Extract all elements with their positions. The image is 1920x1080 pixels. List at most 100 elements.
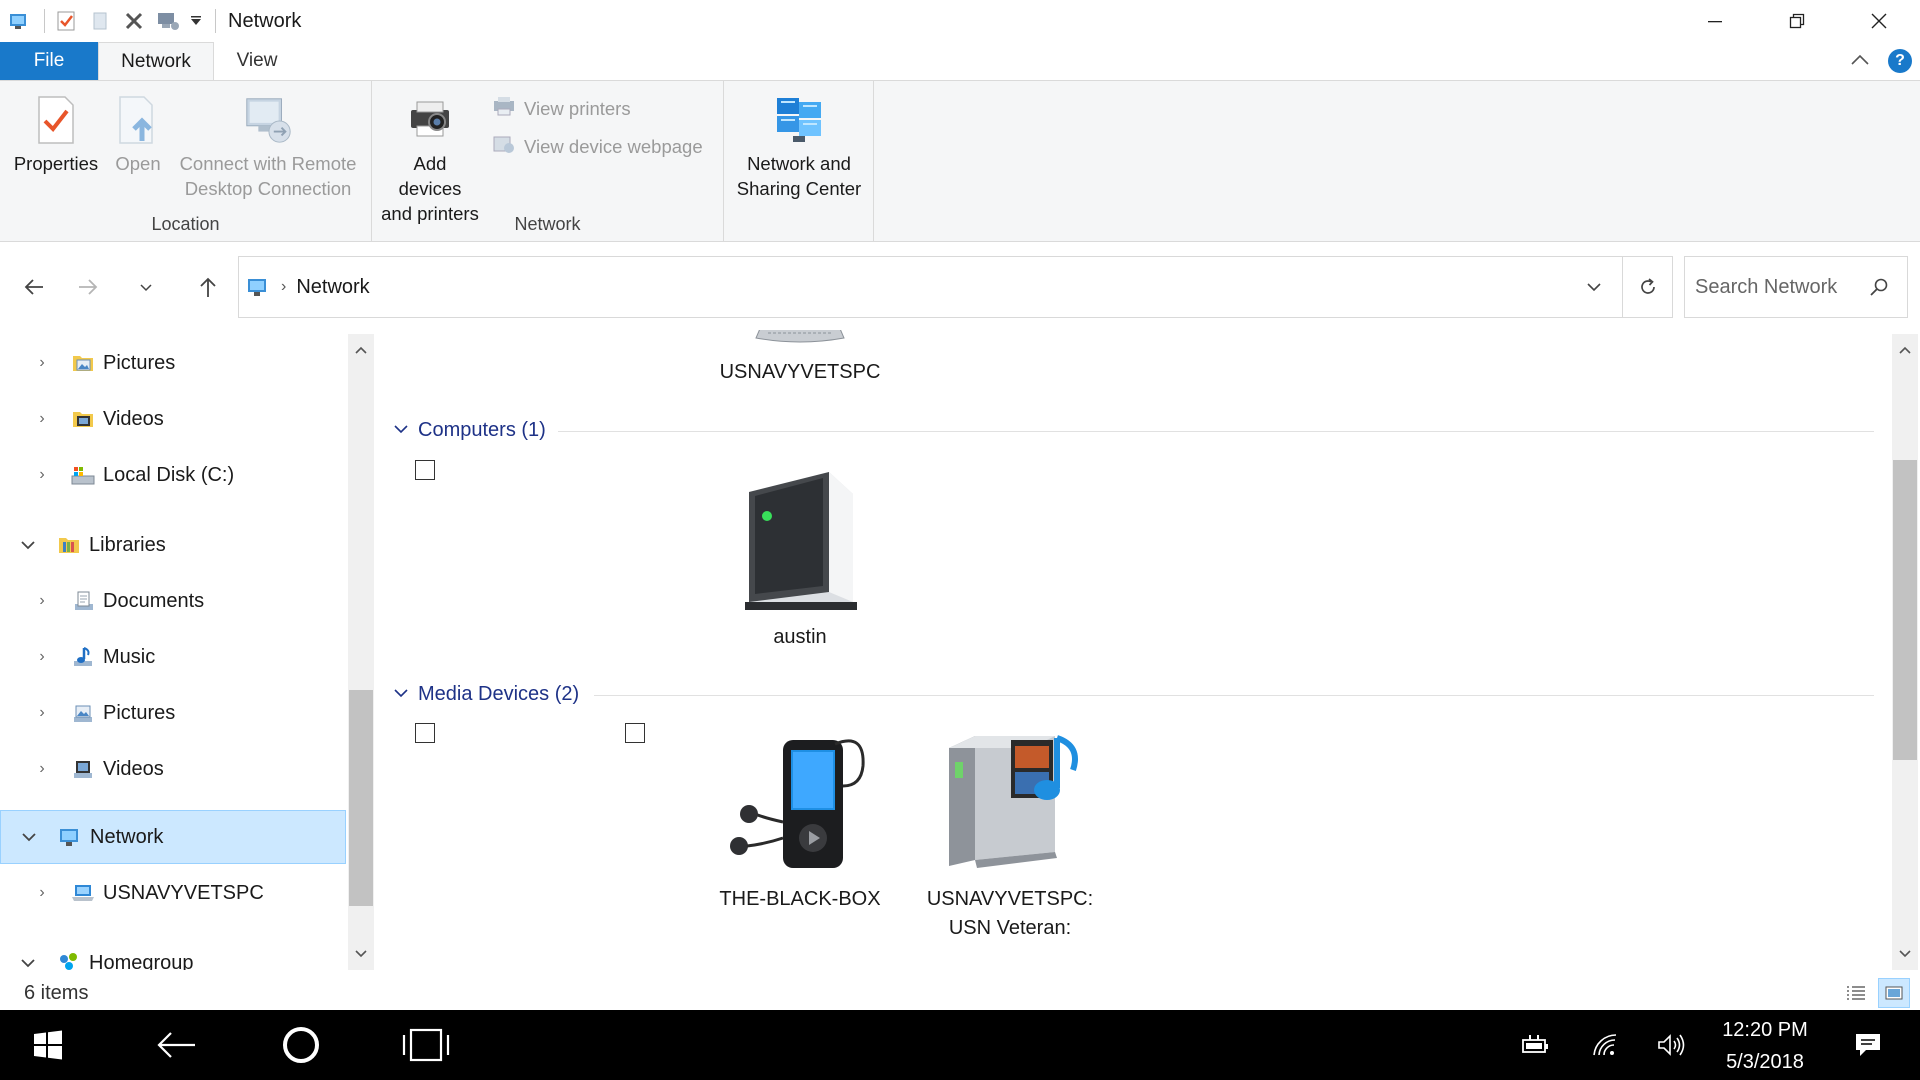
search-icon[interactable] xyxy=(1869,277,1889,303)
collapse-group-chevron-icon[interactable] xyxy=(394,685,408,703)
view-device-webpage-button[interactable]: View device webpage xyxy=(492,133,703,160)
expand-chevron-icon[interactable]: › xyxy=(32,409,52,429)
back-arrow-icon[interactable] xyxy=(136,1010,216,1080)
forward-button[interactable] xyxy=(68,256,108,318)
add-devices-button[interactable]: Add devices and printers xyxy=(380,93,480,226)
tab-network[interactable]: Network xyxy=(98,42,214,80)
nav-item-documents[interactable]: › Documents xyxy=(0,574,346,628)
collapse-chevron-icon[interactable] xyxy=(18,535,38,555)
scrollbar-thumb[interactable] xyxy=(1893,460,1917,760)
item-checkbox[interactable] xyxy=(415,460,435,480)
status-bar: 6 items xyxy=(0,976,1920,1010)
nav-item-library-videos[interactable]: › Videos xyxy=(0,742,346,796)
nav-item-label: Documents xyxy=(103,589,205,612)
new-folder-qa-icon[interactable] xyxy=(85,6,115,36)
tab-file[interactable]: File xyxy=(0,42,98,80)
content-scrollbar[interactable] xyxy=(1892,334,1918,970)
back-button[interactable] xyxy=(14,256,54,318)
expand-chevron-icon[interactable]: › xyxy=(32,703,52,723)
nav-item-libraries[interactable]: Libraries xyxy=(0,518,346,572)
system-clock[interactable]: 12:20 PM 5/3/2018 xyxy=(1700,1014,1830,1078)
nav-item-pictures[interactable]: › Pictures xyxy=(0,336,346,390)
location-group-label: Location xyxy=(151,214,220,234)
videos-library-icon xyxy=(70,756,96,782)
delete-qa-icon[interactable] xyxy=(119,6,149,36)
music-library-icon xyxy=(70,644,96,670)
open-button[interactable]: Open xyxy=(108,93,168,176)
map-drive-qa-icon[interactable] xyxy=(153,6,183,36)
battery-power-icon[interactable] xyxy=(1510,1010,1560,1080)
nav-item-homegroup[interactable]: Homegroup xyxy=(0,936,346,970)
group-header-computers[interactable]: Computers (1) xyxy=(394,414,546,446)
address-history-dropdown[interactable] xyxy=(1574,257,1614,317)
group-header-label: Media Devices (2) xyxy=(418,682,580,705)
address-bar[interactable]: › Network xyxy=(238,256,1673,318)
close-button[interactable] xyxy=(1838,0,1920,42)
network-item-austin[interactable]: austin xyxy=(700,464,900,652)
nav-item-usnavyvetspc[interactable]: › USNAVYVETSPC xyxy=(0,866,346,920)
expand-chevron-icon[interactable]: › xyxy=(32,759,52,779)
nav-item-label: Homegroup xyxy=(89,951,194,971)
wifi-icon[interactable] xyxy=(1580,1010,1630,1080)
help-icon[interactable]: ? xyxy=(1888,49,1912,73)
remote-desktop-button[interactable]: Connect with Remote Desktop Connection xyxy=(176,93,360,201)
expand-chevron-icon[interactable]: › xyxy=(32,591,52,611)
tab-view[interactable]: View xyxy=(214,42,300,80)
restore-button[interactable] xyxy=(1756,0,1838,42)
collapse-chevron-icon[interactable] xyxy=(19,827,39,847)
item-checkbox[interactable] xyxy=(625,723,645,743)
scroll-down-icon[interactable] xyxy=(348,942,374,966)
navigation-scrollbar[interactable] xyxy=(348,334,374,970)
details-view-icon[interactable] xyxy=(1840,978,1872,1008)
nav-item-network[interactable]: Network xyxy=(0,810,346,864)
group-header-media-devices[interactable]: Media Devices (2) xyxy=(394,678,579,710)
navigation-row: › Network Search Network xyxy=(0,256,1920,318)
search-input[interactable]: Search Network xyxy=(1684,256,1908,318)
customize-toolbar-icon[interactable] xyxy=(187,6,205,36)
action-center-icon[interactable] xyxy=(1842,1010,1894,1080)
recent-locations-button[interactable] xyxy=(126,256,166,318)
properties-icon xyxy=(29,93,83,147)
scroll-up-icon[interactable] xyxy=(1892,338,1918,362)
group-header-label: Computers (1) xyxy=(418,418,546,441)
view-printers-button[interactable]: View printers xyxy=(492,95,631,122)
volume-icon[interactable] xyxy=(1646,1010,1696,1080)
expand-chevron-icon[interactable]: › xyxy=(32,353,52,373)
collapse-ribbon-icon[interactable] xyxy=(1850,52,1870,71)
refresh-button[interactable] xyxy=(1622,257,1672,317)
nav-item-library-pictures[interactable]: › Pictures xyxy=(0,686,346,740)
laptop-keyboard-icon xyxy=(750,330,850,350)
expand-chevron-icon[interactable]: › xyxy=(32,883,52,903)
expand-chevron-icon[interactable]: › xyxy=(32,647,52,667)
collapse-chevron-icon[interactable] xyxy=(18,953,38,970)
network-app-icon[interactable] xyxy=(4,6,34,36)
minimize-button[interactable] xyxy=(1674,0,1756,42)
cortana-circle-icon[interactable] xyxy=(261,1010,341,1080)
properties-qa-icon[interactable] xyxy=(51,6,81,36)
media-item-usnavyvetspc-server[interactable]: USNAVYVETSPC: USN Veteran: xyxy=(910,726,1110,943)
nav-item-local-disk[interactable]: › Local Disk (C:) xyxy=(0,448,346,502)
network-sharing-center-button[interactable]: Network and Sharing Center xyxy=(730,93,868,201)
scroll-down-icon[interactable] xyxy=(1892,942,1918,966)
scrollbar-thumb[interactable] xyxy=(349,690,373,906)
breadcrumb-network[interactable]: Network xyxy=(296,276,369,299)
remote-desktop-label-line2: Desktop Connection xyxy=(184,178,352,199)
pictures-folder-icon xyxy=(70,350,96,376)
item-checkbox[interactable] xyxy=(415,723,435,743)
nav-item-videos[interactable]: › Videos xyxy=(0,392,346,446)
collapse-group-chevron-icon[interactable] xyxy=(394,421,408,439)
scroll-up-icon[interactable] xyxy=(348,338,374,362)
up-button[interactable] xyxy=(188,256,228,318)
large-icons-view-icon[interactable] xyxy=(1878,978,1910,1008)
task-view-icon[interactable] xyxy=(386,1010,466,1080)
group-divider xyxy=(594,695,1874,696)
nav-item-music[interactable]: › Music xyxy=(0,630,346,684)
nav-item-label: Pictures xyxy=(103,351,176,374)
media-item-the-black-box[interactable]: THE-BLACK-BOX xyxy=(700,726,900,914)
network-item-usnavyvetspc[interactable]: USNAVYVETSPC xyxy=(700,330,900,387)
properties-button[interactable]: Properties xyxy=(12,93,100,176)
item-label: THE-BLACK-BOX xyxy=(719,888,881,910)
expand-chevron-icon[interactable]: › xyxy=(32,465,52,485)
start-windows-icon[interactable] xyxy=(8,1010,88,1080)
device-webpage-icon xyxy=(492,133,516,160)
